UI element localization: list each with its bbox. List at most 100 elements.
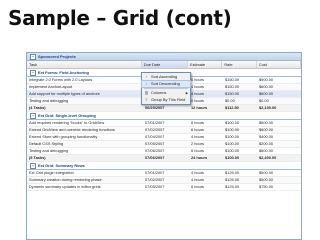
grid-panel: − Sponsored Projects Task Due Date Estim… [26, 52, 302, 240]
table-row[interactable]: Extend Store with grouping functionality… [27, 134, 301, 141]
table-row[interactable]: Summary creation during rendering phase 0… [27, 177, 301, 184]
cell-task: Add required rendering "hooks" to GridVi… [29, 120, 105, 125]
menu-item-label: Sort Descending [151, 80, 180, 86]
cell-cost: $0.00 [259, 98, 269, 103]
menu-separator [144, 88, 188, 89]
cell-cost: $750.00 [259, 184, 274, 189]
summary-cell-due-date: 06/29/2007 [145, 105, 165, 110]
group-title: Ext Grid: Summary Rows [38, 163, 85, 168]
cell-due-date: 07/01/2007 [145, 120, 165, 125]
summary-cell-task: (5 Tasks) [29, 155, 46, 160]
cell-task: Implement AnchorLayout [29, 84, 73, 89]
cell-rate: $100.00 [225, 127, 240, 132]
cell-rate: $125.00 [225, 177, 240, 182]
cell-task: Summary creation during rendering phase [29, 177, 102, 182]
menu-item-group-by-this-field[interactable]: ≡ Group By This Field [142, 97, 190, 104]
cell-rate: $150.00 [225, 91, 240, 96]
group-title: Ext Grid: Single-level Grouping [38, 113, 96, 118]
table-row[interactable]: Testing and debugging 07/06/2007 6 hours $1… [27, 148, 301, 155]
group-by-icon: ≡ [145, 96, 148, 102]
column-headers: Task Due Date Estimate Rate Cost [27, 61, 301, 69]
menu-item-label: Group By This Field [151, 96, 186, 102]
cell-rate: $125.00 [225, 170, 240, 175]
collapse-icon[interactable]: − [30, 69, 36, 76]
cell-cost: $600.00 [259, 120, 274, 125]
cell-due-date: 07/06/2007 [145, 148, 165, 153]
table-row[interactable]: Extend GridView and override rendering f… [27, 127, 301, 134]
collapse-icon[interactable]: − [30, 53, 36, 60]
group-header[interactable]: − Ext Grid: Summary Rows [27, 162, 301, 170]
summary-cell-task: (4 Tasks) [29, 105, 46, 110]
cell-task: Extend GridView and override rendering f… [29, 127, 115, 132]
cell-due-date: 07/04/2007 [145, 134, 165, 139]
panel-title: Sponsored Projects [38, 54, 76, 59]
cell-estimate: 0 hours [191, 98, 204, 103]
cell-cost: $600.00 [259, 84, 274, 89]
summary-cell-rate: $112.50 [225, 105, 239, 110]
cell-estimate: 6 hours [191, 184, 204, 189]
table-row[interactable]: Dynamic summary updates in editor grids 0… [27, 184, 301, 191]
cell-cost: $500.00 [259, 170, 274, 175]
cell-due-date: 07/02/2007 [145, 177, 165, 182]
cell-cost: $500.00 [259, 177, 274, 182]
column-header-cost[interactable]: Cost [257, 61, 301, 68]
cell-estimate: 2 hours [191, 141, 204, 146]
summary-cell-rate: $100.00 [225, 155, 240, 160]
summary-cell-due-date: 07/06/2007 [145, 155, 165, 160]
summary-row: (5 Tasks) 07/06/2007 24 hours $100.00 $2,400… [27, 155, 301, 162]
panel-header: − Sponsored Projects [27, 53, 301, 61]
cell-rate: $0.00 [225, 98, 235, 103]
cell-task: Extend Store with grouping functionality [29, 134, 98, 139]
cell-estimate: 6 hours [191, 148, 204, 153]
cell-task: Integrate 2.0 Forms with 2.0 Layouts [29, 77, 93, 82]
cell-task: Ext Grid plugin integration [29, 170, 74, 175]
collapse-icon[interactable]: − [30, 112, 36, 119]
column-header-estimate[interactable]: Estimate [188, 61, 223, 68]
summary-cell-estimate: 24 hours [191, 155, 208, 160]
cell-task: Default CSS Styling [29, 141, 64, 146]
cell-estimate: 4 hours [191, 177, 204, 182]
submenu-arrow-icon: ▶ [185, 91, 188, 95]
cell-rate: $100.00 [225, 120, 240, 125]
cell-estimate: 6 hours [191, 77, 204, 82]
cell-estimate: 4 hours [191, 170, 204, 175]
summary-cell-cost: $2,100.00 [259, 105, 277, 110]
table-row[interactable]: Add required rendering "hooks" to GridVi… [27, 120, 301, 127]
cell-cost: $400.00 [259, 134, 274, 139]
slide-title: Sample – Grid (cont) [8, 6, 232, 30]
cell-estimate: 6 hours [191, 120, 204, 125]
cell-task: Testing and debugging [29, 98, 69, 103]
sort-descending-icon: ↓ [145, 80, 148, 86]
table-row[interactable]: Default CSS Styling 07/05/2007 2 hours $100… [27, 141, 301, 148]
cell-rate: $150.00 [225, 84, 240, 89]
summary-row: (4 Tasks) 06/29/2007 12 hours $112.50 $2,100… [27, 105, 301, 112]
group-header[interactable]: − Ext Grid: Single-level Grouping [27, 112, 301, 120]
cell-cost: $600.00 [259, 127, 274, 132]
cell-cost: $600.00 [259, 148, 274, 153]
column-header-due-date[interactable]: Due Date [141, 61, 188, 68]
column-context-menu: ↑ Sort Ascending ↓ Sort Descending ▥ Columns ▶… [141, 72, 191, 105]
cell-rate: $125.00 [225, 184, 240, 189]
cell-due-date: 07/05/2007 [145, 141, 165, 146]
cell-estimate: 4 hours [191, 134, 204, 139]
cell-task: Dynamic summary updates in editor grids [29, 184, 101, 189]
cell-due-date: 07/05/2007 [145, 184, 165, 189]
cell-estimate: 6 hours [191, 127, 204, 132]
table-row[interactable]: Ext Grid plugin integration 07/01/2007 4 h… [27, 170, 301, 177]
cell-rate: $100.00 [225, 141, 240, 146]
column-header-task[interactable]: Task [27, 61, 142, 68]
summary-cell-estimate: 12 hours [191, 105, 208, 110]
cell-cost: $200.00 [259, 141, 274, 146]
cell-rate: $100.00 [225, 134, 240, 139]
cell-cost: $900.00 [259, 77, 274, 82]
column-header-rate[interactable]: Rate [222, 61, 257, 68]
cell-task: Testing and debugging [29, 148, 69, 153]
cell-due-date: 07/01/2007 [145, 170, 165, 175]
cell-estimate: 4 hours [191, 91, 204, 96]
menu-item-sort-descending[interactable]: ↓ Sort Descending [141, 79, 191, 88]
cell-estimate: 4 hours [191, 84, 204, 89]
group-title: Ext Forms: Field Anchoring [38, 70, 89, 75]
cell-cost: $600.00 [259, 91, 274, 96]
collapse-icon[interactable]: − [30, 162, 36, 169]
cell-rate: $100.00 [225, 148, 240, 153]
